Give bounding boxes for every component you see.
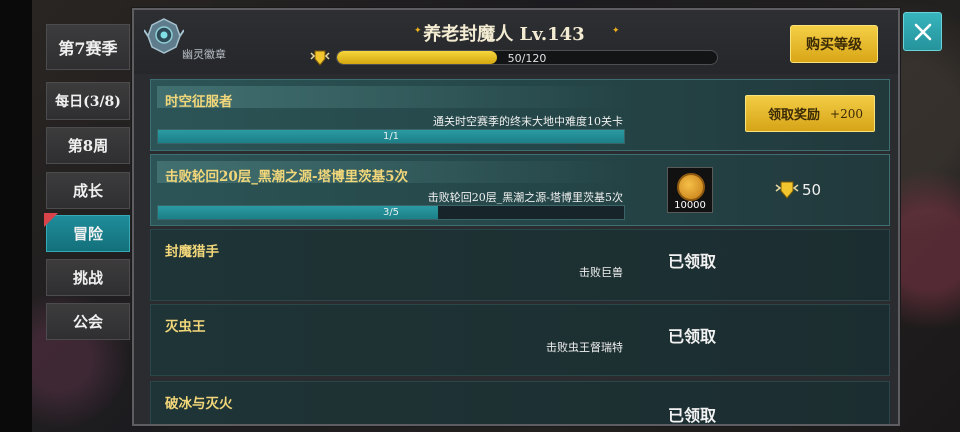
tab-daily[interactable]: 每日(3/8) bbox=[46, 82, 130, 120]
tab-adventure[interactable]: 冒险 bbox=[46, 215, 130, 252]
tab-week[interactable]: 第8周 bbox=[46, 127, 130, 164]
claim-label: 领取奖励 bbox=[768, 108, 821, 123]
claim-points: +200 bbox=[830, 106, 863, 121]
mission-name: 封魔猎手 bbox=[165, 244, 219, 260]
tab-challenge[interactable]: 挑战 bbox=[46, 259, 130, 296]
badge-label: 幽灵徽章 bbox=[182, 48, 226, 61]
mission-row: 灭虫王 击败虫王督瑞特 已领取 bbox=[150, 304, 890, 376]
points-value: 50 bbox=[802, 181, 822, 199]
new-ribbon-icon bbox=[44, 213, 58, 227]
tab-growth[interactable]: 成长 bbox=[46, 172, 130, 209]
mission-progress-bar: 3/5 bbox=[157, 205, 625, 220]
mission-row: 击败轮回20层_黑潮之源-塔博里茨基5次 击败轮回20层_黑潮之源-塔博里茨基5… bbox=[150, 154, 890, 226]
mission-name: 灭虫王 bbox=[165, 319, 206, 335]
mission-name: 时空征服者 bbox=[165, 94, 233, 110]
mission-desc: 击败轮回20层_黑潮之源-塔博里茨基5次 bbox=[427, 191, 623, 204]
buy-level-button[interactable]: 购买等级 bbox=[790, 25, 878, 63]
close-button[interactable] bbox=[903, 12, 942, 51]
gold-coin-icon bbox=[677, 173, 705, 201]
claimed-status: 已领取 bbox=[668, 252, 717, 271]
ghost-badge-icon bbox=[144, 18, 184, 54]
reward-item[interactable]: 10000 bbox=[667, 167, 713, 213]
title-star-right-icon: ✦ bbox=[612, 26, 620, 36]
mission-name: 破冰与灭火 bbox=[165, 396, 233, 412]
mission-progress-bar: 1/1 bbox=[157, 129, 625, 144]
season-points-icon bbox=[310, 50, 330, 66]
mission-progress-text: 3/5 bbox=[382, 207, 400, 218]
season-panel: 幽灵徽章 ✦ 养老封魔人 Lv.143 ✦ 50/120 购买等级 时空征服者 … bbox=[132, 8, 900, 426]
left-edge bbox=[0, 0, 32, 432]
season-xp-bar: 50/120 bbox=[336, 50, 718, 65]
mission-progress-text: 1/1 bbox=[382, 131, 400, 142]
close-icon bbox=[914, 23, 931, 40]
claimed-status: 已领取 bbox=[668, 327, 717, 346]
mission-desc: 击败虫王督瑞特 bbox=[546, 341, 623, 354]
panel-header: 幽灵徽章 ✦ 养老封魔人 Lv.143 ✦ 50/120 购买等级 bbox=[134, 10, 898, 74]
reward-amount: 10000 bbox=[674, 200, 706, 211]
season-points-icon bbox=[775, 181, 799, 199]
claimed-status: 已领取 bbox=[668, 406, 717, 425]
tab-guild[interactable]: 公会 bbox=[46, 303, 130, 340]
claim-reward-button[interactable]: 领取奖励 +200 bbox=[745, 95, 875, 132]
mission-row: 破冰与灭火 已领取 bbox=[150, 381, 890, 425]
mission-desc: 击败巨兽 bbox=[579, 266, 623, 279]
mission-row: 时空征服者 通关时空赛季的终末大地中难度10关卡 1/1 领取奖励 +200 bbox=[150, 79, 890, 151]
season-level-title: 养老封魔人 Lv.143 bbox=[423, 24, 585, 45]
mission-row: 封魔猎手 击败巨兽 已领取 bbox=[150, 229, 890, 301]
mission-desc: 通关时空赛季的终末大地中难度10关卡 bbox=[433, 115, 623, 128]
tab-season[interactable]: 第7赛季 bbox=[46, 24, 130, 70]
season-xp-text: 50/120 bbox=[507, 52, 547, 65]
mission-name: 击败轮回20层_黑潮之源-塔博里茨基5次 bbox=[165, 169, 409, 185]
